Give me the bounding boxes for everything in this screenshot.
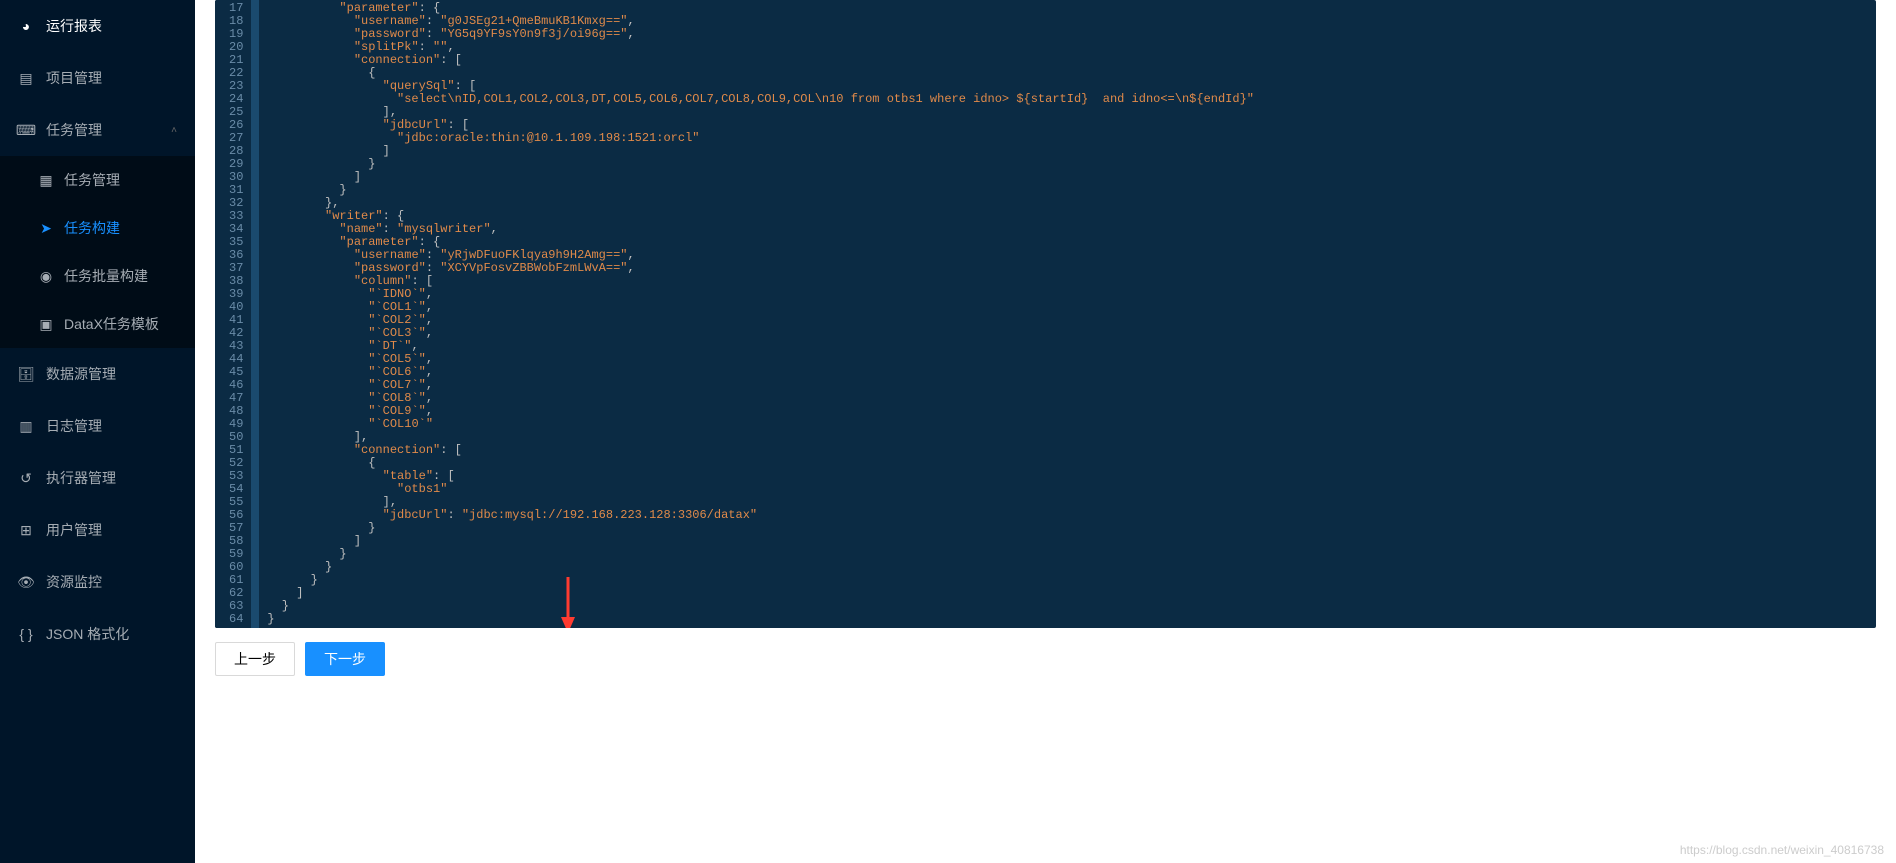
task-icon: ⌨ [18, 122, 34, 139]
batch-icon: ◉ [38, 268, 54, 285]
sidebar-item-label: 任务管理 [46, 120, 102, 140]
sidebar-item-label: 日志管理 [46, 416, 102, 436]
sidebar-item-label: 任务批量构建 [64, 266, 148, 286]
line-gutter: 1718192021222324252627282930313233343536… [215, 0, 251, 628]
sidebar-item-label: DataX任务模板 [64, 314, 159, 334]
fold-column [251, 0, 259, 628]
main-content: 1718192021222324252627282930313233343536… [195, 0, 1896, 863]
sidebar-item-label: 用户管理 [46, 520, 102, 540]
next-button[interactable]: 下一步 [305, 642, 385, 676]
sidebar-subitem-任务批量构建[interactable]: ◉ 任务批量构建 [0, 252, 195, 300]
chevron-icon: ˄ [171, 125, 177, 136]
exec-icon: ↺ [18, 470, 34, 487]
sidebar-item-运行报表[interactable]: ◕ 运行报表 [0, 0, 195, 52]
sidebar-item-任务管理[interactable]: ⌨ 任务管理 ˄ [0, 104, 195, 156]
sidebar-item-用户管理[interactable]: ⊞ 用户管理 [0, 504, 195, 556]
sidebar-item-label: 资源监控 [46, 572, 102, 592]
send-icon: ➤ [38, 220, 54, 237]
json-icon: { } [18, 626, 34, 642]
monitor-icon: 👁 [18, 574, 34, 591]
sidebar-item-label: 执行器管理 [46, 468, 116, 488]
sidebar-item-资源监控[interactable]: 👁 资源监控 [0, 556, 195, 608]
prev-button[interactable]: 上一步 [215, 642, 295, 676]
sidebar-item-label: 运行报表 [46, 16, 102, 36]
code-editor[interactable]: 1718192021222324252627282930313233343536… [215, 0, 1876, 628]
template-icon: ▣ [38, 316, 54, 333]
code-area[interactable]: "parameter": { "username": "g0JSEg21+Qme… [259, 0, 1876, 628]
watermark: https://blog.csdn.net/weixin_40816738 [1680, 843, 1884, 857]
sidebar-item-JSON 格式化[interactable]: { } JSON 格式化 [0, 608, 195, 660]
log-icon: ▥ [18, 418, 34, 435]
sidebar-item-label: 任务管理 [64, 170, 120, 190]
sidebar-item-label: 任务构建 [64, 218, 120, 238]
sidebar-item-执行器管理[interactable]: ↺ 执行器管理 [0, 452, 195, 504]
sidebar-item-项目管理[interactable]: ▤ 项目管理 [0, 52, 195, 104]
sidebar-subitem-任务构建[interactable]: ➤ 任务构建 [0, 204, 195, 252]
user-icon: ⊞ [18, 522, 34, 539]
sidebar-item-label: 项目管理 [46, 68, 102, 88]
sidebar-item-日志管理[interactable]: ▥ 日志管理 [0, 400, 195, 452]
project-icon: ▤ [18, 70, 34, 87]
sidebar-subitem-任务管理[interactable]: ▦ 任务管理 [0, 156, 195, 204]
db-icon: 🗄 [18, 366, 34, 383]
button-row: 上一步 下一步 [215, 628, 1876, 690]
dashboard-icon: ◕ [18, 18, 34, 34]
sidebar-item-label: 数据源管理 [46, 364, 116, 384]
sidebar-subitem-DataX任务模板[interactable]: ▣ DataX任务模板 [0, 300, 195, 348]
list-icon: ▦ [38, 172, 54, 189]
sidebar: ◕ 运行报表 ▤ 项目管理 ⌨ 任务管理 ˄ ▦ 任务管理 ➤ 任务构建 ◉ 任务批量构建 ▣ DataX任… [0, 0, 195, 863]
sidebar-item-label: JSON 格式化 [46, 624, 129, 644]
sidebar-item-数据源管理[interactable]: 🗄 数据源管理 [0, 348, 195, 400]
